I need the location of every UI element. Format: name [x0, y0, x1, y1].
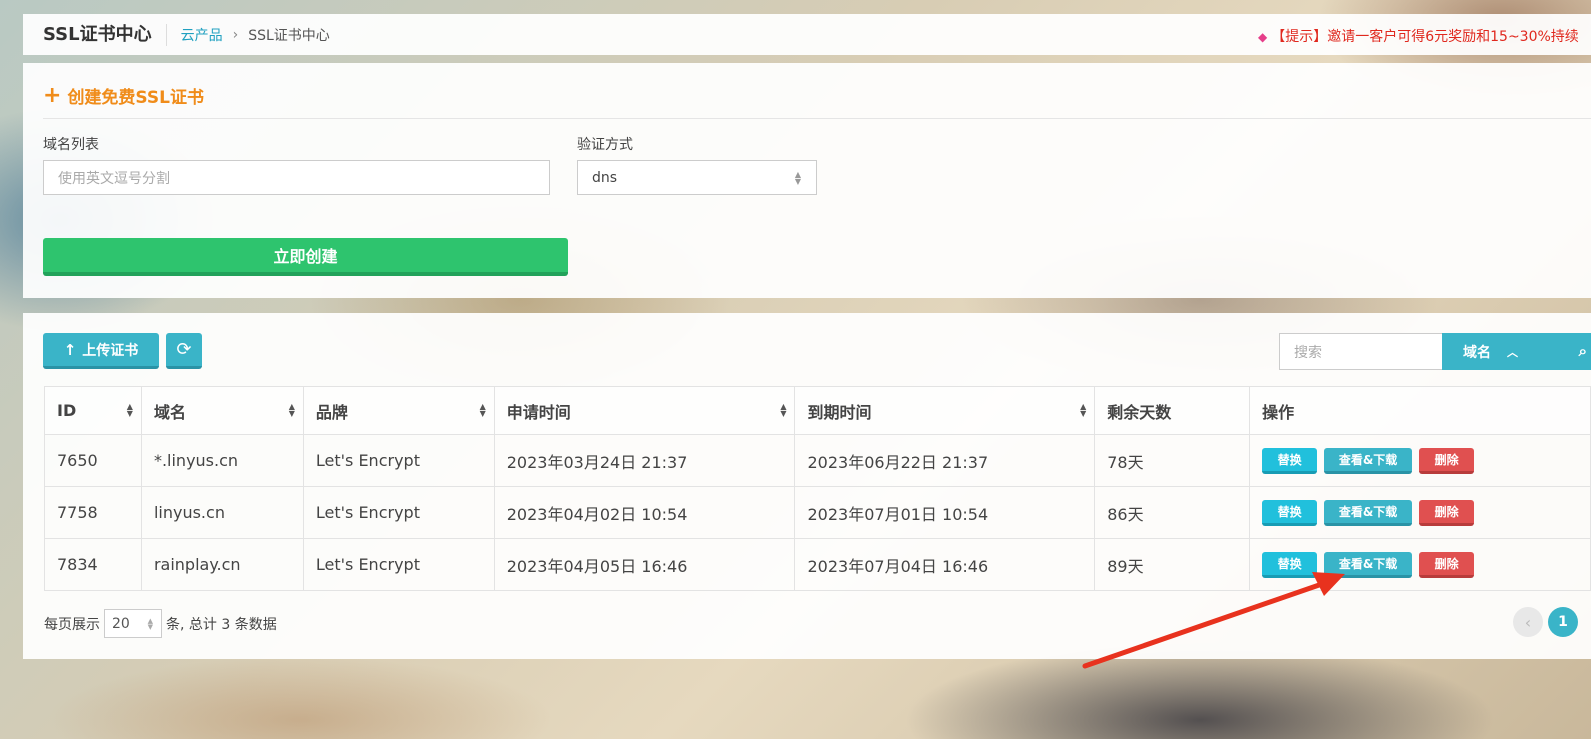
table-header-row: ID ▲ ▼ 域名 ▲ ▼ 品牌 ▲ ▼ 申请时间 ▲ ▼ 到期时间 ▲ ▼ 剩余天数 操作 — [44, 386, 1591, 435]
cell-remaining-days: 86天 — [1094, 486, 1251, 539]
cell-id: 7650 — [44, 434, 142, 487]
search-input[interactable]: 搜索 — [1279, 333, 1442, 370]
domain-list-placeholder: 使用英文逗号分割 — [58, 170, 170, 187]
column-header-remaining-days: 剩余天数 — [1094, 386, 1251, 435]
cell-actions: 替换 查看&下载 删除 — [1249, 486, 1591, 539]
cell-applied-time: 2023年03月24日 21:37 — [493, 434, 796, 487]
sort-icon: ▲ ▼ — [479, 402, 486, 418]
cell-brand: Let's Encrypt — [302, 538, 495, 591]
table-row: 7758 linyus.cn Let's Encrypt 2023年04月02日… — [44, 486, 1591, 539]
domain-list-label: 域名列表 — [43, 137, 99, 153]
chevron-up-icon: ︿ — [1507, 345, 1518, 359]
delete-button[interactable]: 删除 — [1419, 551, 1475, 578]
certificate-table: ID ▲ ▼ 域名 ▲ ▼ 品牌 ▲ ▼ 申请时间 ▲ ▼ 到期时间 ▲ ▼ 剩余天数 操作 765… — [44, 386, 1591, 591]
table-row: 7834 rainplay.cn Let's Encrypt 2023年04月0… — [44, 538, 1591, 591]
upload-certificate-button[interactable]: ↑ 上传证书 — [43, 333, 159, 369]
page-title: SSL证书中心 — [23, 23, 167, 46]
replace-button[interactable]: 替换 — [1262, 447, 1318, 474]
search-field-label: 域名 — [1463, 344, 1491, 361]
sort-icon: ▲ ▼ — [780, 402, 787, 418]
chevron-left-icon: ‹ — [1524, 612, 1532, 632]
search-icon[interactable]: ⌕ — [1579, 342, 1587, 360]
upload-certificate-label: 上传证书 — [82, 342, 139, 359]
cell-expiry-time: 2023年07月04日 16:46 — [794, 538, 1096, 591]
search-placeholder: 搜索 — [1294, 344, 1322, 361]
cell-actions: 替换 查看&下载 删除 — [1249, 538, 1591, 591]
sort-icon: ▲ ▼ — [1080, 402, 1087, 418]
cell-domain: *.linyus.cn — [140, 434, 304, 487]
cell-domain: rainplay.cn — [140, 538, 304, 591]
verify-method-label: 验证方式 — [577, 137, 633, 153]
create-now-button[interactable]: 立即创建 — [43, 238, 568, 276]
delete-button[interactable]: 删除 — [1419, 447, 1475, 474]
replace-button[interactable]: 替换 — [1262, 499, 1318, 526]
breadcrumb-separator: › — [232, 26, 239, 43]
plus-icon: + — [43, 82, 62, 108]
cell-remaining-days: 78天 — [1094, 434, 1251, 487]
view-download-button[interactable]: 查看&下载 — [1324, 551, 1413, 578]
promo-notice-text: 【提示】邀请一客户可得6元奖励和15~30%持续 — [1271, 29, 1579, 45]
cell-actions: 替换 查看&下载 删除 — [1249, 434, 1591, 487]
cell-brand: Let's Encrypt — [302, 486, 495, 539]
cell-domain: linyus.cn — [140, 486, 304, 539]
cell-remaining-days: 89天 — [1094, 538, 1251, 591]
column-header-actions: 操作 — [1249, 386, 1591, 435]
verify-method-select[interactable]: dns ▲ ▼ — [577, 160, 817, 195]
column-header-domain[interactable]: 域名 ▲ ▼ — [140, 386, 304, 435]
delete-button[interactable]: 删除 — [1419, 499, 1475, 526]
previous-page-button[interactable]: ‹ — [1513, 607, 1543, 637]
per-page-select[interactable]: 20 ▲ ▼ — [104, 609, 162, 638]
verify-method-value: dns — [592, 169, 618, 186]
cell-expiry-time: 2023年07月01日 10:54 — [794, 486, 1096, 539]
per-page-label: 每页展示 — [44, 616, 100, 633]
column-header-expiry-time[interactable]: 到期时间 ▲ ▼ — [794, 386, 1096, 435]
breadcrumb-current: SSL证书中心 — [248, 27, 330, 44]
top-bar: SSL证书中心 云产品 › SSL证书中心 ◆ 【提示】邀请一客户可得6元奖励和1… — [23, 14, 1591, 55]
per-page-value: 20 — [112, 615, 130, 632]
sort-icon: ▲ ▼ — [126, 402, 133, 418]
cell-id: 7834 — [44, 538, 142, 591]
select-caret-icon: ▲ ▼ — [794, 170, 802, 186]
domain-list-input[interactable]: 使用英文逗号分割 — [43, 160, 550, 195]
refresh-icon: ⟳ — [176, 339, 192, 360]
certificate-list-panel: ↑ 上传证书 ⟳ 搜索 域名 ︿ ⌕ ID ▲ ▼ 域名 ▲ ▼ 品牌 ▲ ▼ 申请时间 ▲ ▼… — [23, 313, 1591, 659]
column-header-id[interactable]: ID ▲ ▼ — [44, 386, 142, 435]
cell-id: 7758 — [44, 486, 142, 539]
column-header-applied-time[interactable]: 申请时间 ▲ ▼ — [493, 386, 796, 435]
select-caret-icon: ▲ ▼ — [147, 617, 153, 631]
search-field-dropdown[interactable]: 域名 ︿ ⌕ — [1442, 333, 1591, 370]
cell-applied-time: 2023年04月02日 10:54 — [493, 486, 796, 539]
pagination-info: 每页展示 20 ▲ ▼ 条, 总计 3 条数据 — [44, 609, 277, 638]
promo-notice[interactable]: ◆ 【提示】邀请一客户可得6元奖励和15~30%持续 — [1258, 26, 1579, 46]
pagination-summary: 条, 总计 3 条数据 — [166, 616, 277, 633]
gem-icon: ◆ — [1258, 30, 1268, 44]
create-heading-text: 创建免费SSL证书 — [67, 88, 204, 108]
page-button-current[interactable]: 1 — [1548, 607, 1578, 637]
breadcrumb-link-cloud-products[interactable]: 云产品 — [181, 25, 223, 45]
sort-icon: ▲ ▼ — [288, 402, 295, 418]
cell-applied-time: 2023年04月05日 16:46 — [493, 538, 796, 591]
view-download-button[interactable]: 查看&下载 — [1324, 499, 1413, 526]
create-heading: + 创建免费SSL证书 — [43, 83, 204, 108]
arrow-up-icon: ↑ — [63, 340, 77, 359]
refresh-button[interactable]: ⟳ — [166, 333, 202, 369]
table-row: 7650 *.linyus.cn Let's Encrypt 2023年03月2… — [44, 434, 1591, 487]
view-download-button[interactable]: 查看&下载 — [1324, 447, 1413, 474]
column-header-brand[interactable]: 品牌 ▲ ▼ — [302, 386, 495, 435]
create-certificate-panel: + 创建免费SSL证书 域名列表 使用英文逗号分割 验证方式 dns ▲ ▼ 立即… — [23, 63, 1591, 298]
cell-brand: Let's Encrypt — [302, 434, 495, 487]
breadcrumb: 云产品 › SSL证书中心 — [181, 25, 330, 45]
replace-button[interactable]: 替换 — [1262, 551, 1318, 578]
cell-expiry-time: 2023年06月22日 21:37 — [794, 434, 1096, 487]
divider — [43, 118, 1591, 119]
